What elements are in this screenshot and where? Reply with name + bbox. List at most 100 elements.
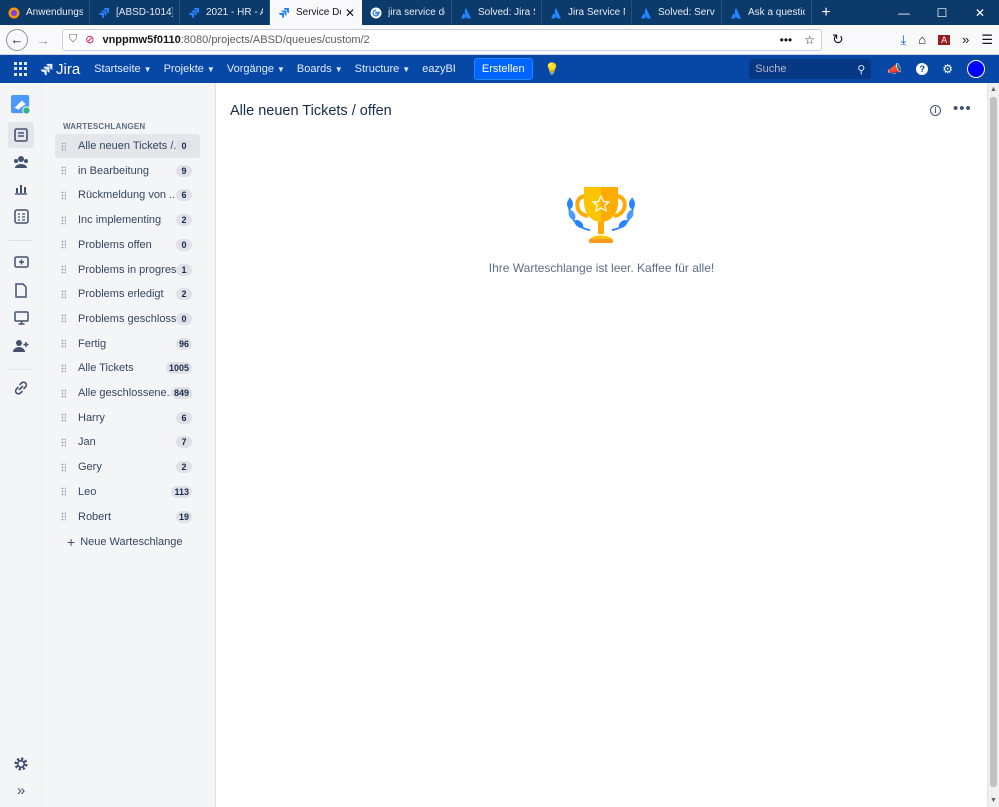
search-input[interactable]: [755, 63, 848, 75]
queue-item[interactable]: Inc implementing 2: [55, 208, 200, 232]
new-queue-button[interactable]: + Neue Warteschlange: [67, 534, 183, 550]
drag-handle-icon[interactable]: [61, 512, 66, 521]
browser-tab[interactable]: Ask a question: [722, 0, 812, 25]
drag-handle-icon[interactable]: [61, 388, 66, 398]
scrollbar-thumb[interactable]: [990, 97, 997, 787]
browser-tab[interactable]: Solved: Jira Ser: [452, 0, 542, 25]
queue-item[interactable]: Alle geschlossene... 849: [55, 381, 200, 405]
queue-label: Alle Tickets: [78, 362, 134, 375]
drag-handle-icon[interactable]: [61, 487, 66, 497]
queue-count-badge: 113: [171, 485, 192, 498]
nav-item-startseite[interactable]: Startseite ▼: [94, 63, 151, 75]
project-avatar-icon[interactable]: [11, 95, 31, 115]
queue-item[interactable]: Problems offen 0: [55, 233, 200, 257]
queue-item[interactable]: Fertig 96: [55, 332, 200, 356]
queue-item[interactable]: Alle neuen Tickets /... 0: [55, 134, 200, 158]
search-icon[interactable]: ⚲: [857, 63, 865, 76]
scroll-up-icon[interactable]: ▲: [990, 86, 997, 93]
url-bar[interactable]: ⛉ ⊘ vnppmw5f0110:8080/projects/ABSD/queu…: [62, 28, 822, 51]
nav-item-structure[interactable]: Structure ▼: [355, 63, 411, 75]
nav-item-boards[interactable]: Boards ▼: [297, 63, 343, 75]
drag-handle-icon[interactable]: [61, 141, 66, 151]
more-actions-icon[interactable]: •••: [953, 100, 972, 117]
queue-item[interactable]: Jan 7: [55, 430, 200, 454]
knowledge-base-icon[interactable]: [11, 280, 31, 300]
queues-icon[interactable]: [11, 125, 31, 145]
browser-tab[interactable]: Jira Service Mar: [542, 0, 632, 25]
project-settings-gear-icon[interactable]: [11, 754, 31, 774]
close-window-icon[interactable]: ✕: [961, 6, 999, 20]
pdf-extension-icon[interactable]: A: [938, 34, 951, 45]
page-scrollbar[interactable]: ▲ ▼: [987, 83, 999, 807]
info-icon[interactable]: i: [930, 105, 941, 116]
invite-team-icon[interactable]: [11, 336, 31, 356]
reload-icon[interactable]: ↻: [832, 31, 844, 48]
queue-item[interactable]: Problems geschloss... 0: [55, 307, 200, 331]
queue-count-badge: 0: [176, 140, 192, 152]
queue-item[interactable]: Gery 2: [55, 455, 200, 479]
queue-item[interactable]: Problems erledigt 2: [55, 282, 200, 306]
drag-handle-icon[interactable]: [61, 289, 66, 299]
scroll-down-icon[interactable]: ▼: [990, 797, 997, 804]
queue-item[interactable]: Leo 113: [55, 480, 200, 504]
browser-tab[interactable]: 2021 - HR - Ar: [180, 0, 270, 25]
overflow-chevron-icon[interactable]: »: [962, 32, 969, 47]
home-icon[interactable]: ⌂: [918, 32, 926, 47]
drag-handle-icon[interactable]: [61, 240, 66, 250]
megaphone-icon[interactable]: 📣: [887, 62, 902, 76]
raise-request-icon[interactable]: [11, 252, 31, 272]
reports-icon[interactable]: [11, 179, 31, 199]
create-button[interactable]: Erstellen: [473, 58, 533, 80]
gear-icon[interactable]: ⚙: [942, 62, 953, 76]
lightbulb-icon[interactable]: 💡: [545, 62, 560, 76]
insecure-lock-icon[interactable]: ⊘: [85, 33, 94, 46]
queue-item[interactable]: Harry 6: [55, 406, 200, 430]
back-button[interactable]: ←: [6, 28, 28, 51]
customers-icon[interactable]: [11, 152, 31, 172]
new-tab-button[interactable]: +: [812, 0, 840, 25]
tab-close-icon[interactable]: ✕: [345, 6, 355, 20]
app-switcher-icon[interactable]: [14, 62, 28, 76]
search-box[interactable]: ⚲: [749, 59, 872, 79]
drag-handle-icon[interactable]: [61, 166, 66, 176]
help-icon[interactable]: ?: [916, 63, 929, 75]
hamburger-menu-icon[interactable]: ☰: [981, 32, 993, 48]
forward-button[interactable]: →: [32, 32, 54, 48]
shield-icon[interactable]: ⛉: [69, 33, 77, 46]
nav-item-eazybi[interactable]: eazyBI: [422, 63, 456, 75]
queue-item[interactable]: Alle Tickets 1005: [55, 356, 200, 380]
nav-item-vorg-nge[interactable]: Vorgänge ▼: [227, 63, 285, 75]
maximize-icon[interactable]: ☐: [923, 6, 961, 20]
browser-tab[interactable]: Service Desk ✕: [270, 0, 362, 25]
jira-top-nav: Jira Startseite ▼ Projekte ▼ Vorgänge ▼ Boards…: [0, 55, 999, 83]
minimize-icon[interactable]: —: [885, 6, 923, 20]
browser-tab[interactable]: Anwendungssta: [0, 0, 90, 25]
drag-handle-icon[interactable]: [61, 413, 66, 423]
channels-icon[interactable]: [11, 308, 31, 328]
queue-item[interactable]: in Bearbeitung 9: [55, 159, 200, 183]
sla-icon[interactable]: [11, 206, 31, 226]
link-icon[interactable]: [11, 378, 31, 398]
browser-tab[interactable]: Solved: Service: [632, 0, 722, 25]
drag-handle-icon[interactable]: [61, 265, 66, 274]
drag-handle-icon[interactable]: [61, 363, 66, 373]
download-icon[interactable]: ⤓: [900, 32, 906, 48]
expand-sidebar-icon[interactable]: »: [11, 780, 31, 800]
nav-item-projekte[interactable]: Projekte ▼: [164, 63, 215, 75]
queue-item[interactable]: Rückmeldung von ... 6: [55, 183, 200, 207]
browser-tab[interactable]: [ABSD-1014] D: [90, 0, 180, 25]
avatar[interactable]: [967, 60, 985, 78]
drag-handle-icon[interactable]: [61, 437, 66, 447]
page-actions-icon[interactable]: •••: [780, 33, 793, 47]
drag-handle-icon[interactable]: [61, 215, 66, 225]
browser-tab[interactable]: jira service desk: [362, 0, 452, 25]
drag-handle-icon[interactable]: [61, 314, 66, 324]
drag-handle-icon[interactable]: [61, 339, 66, 349]
jira-logo[interactable]: Jira: [40, 61, 80, 78]
queue-item[interactable]: Problems in progress 1: [55, 258, 200, 282]
queue-label: Fertig: [78, 337, 107, 350]
bookmark-star-icon[interactable]: ☆: [804, 33, 815, 47]
queue-item[interactable]: Robert 19: [55, 505, 200, 529]
drag-handle-icon[interactable]: [61, 190, 66, 200]
drag-handle-icon[interactable]: [61, 462, 66, 472]
